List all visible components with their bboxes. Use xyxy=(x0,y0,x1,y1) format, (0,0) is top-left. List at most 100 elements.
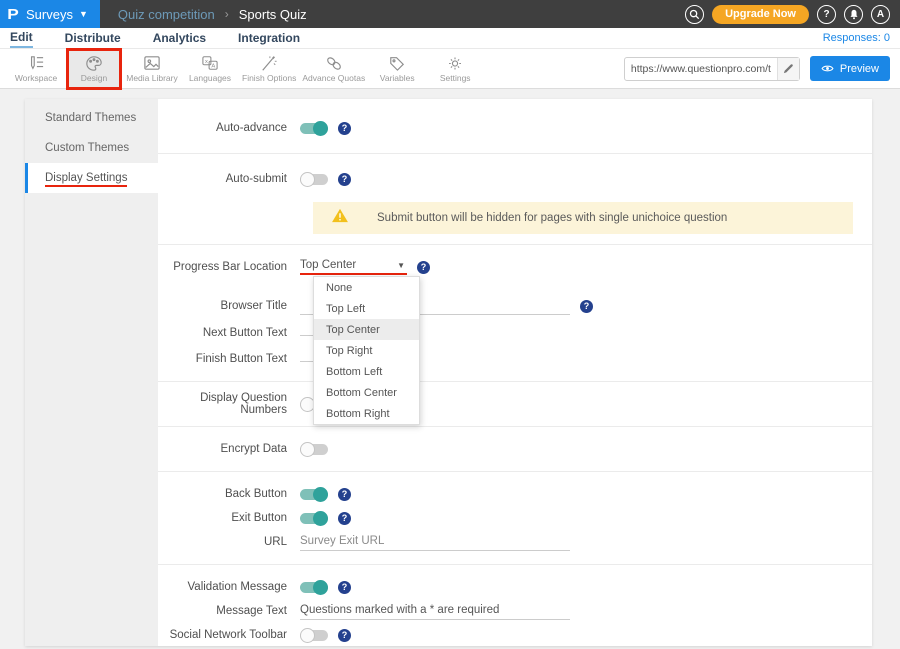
encrypt-data-row: Encrypt Data xyxy=(158,437,872,461)
dropdown-option-top-right[interactable]: Top Right xyxy=(314,340,419,361)
encrypt-data-label: Encrypt Data xyxy=(158,443,300,455)
social-network-toolbar-row: Social Network Toolbar ? xyxy=(158,623,872,646)
palette-icon xyxy=(85,55,103,72)
back-button-help-icon[interactable]: ? xyxy=(338,488,351,501)
validation-message-toggle[interactable] xyxy=(300,582,328,593)
search-button[interactable] xyxy=(685,5,704,24)
auto-submit-toggle[interactable] xyxy=(300,174,328,185)
questionpro-logo-icon: P xyxy=(7,6,19,23)
nav-distribute[interactable]: Distribute xyxy=(65,29,121,47)
back-button-row: Back Button ? xyxy=(158,482,872,506)
message-text-input[interactable] xyxy=(300,602,570,620)
auto-submit-help-icon[interactable]: ? xyxy=(338,173,351,186)
auto-advance-toggle[interactable] xyxy=(300,123,328,134)
auto-submit-label: Auto-submit xyxy=(158,173,300,185)
edit-url-button[interactable] xyxy=(777,58,799,80)
dropdown-option-bottom-center[interactable]: Bottom Center xyxy=(314,382,419,403)
pencil-icon xyxy=(783,63,794,74)
help-button[interactable]: ? xyxy=(817,5,836,24)
auto-advance-help-icon[interactable]: ? xyxy=(338,122,351,135)
chevron-down-icon: ▼ xyxy=(79,9,88,19)
eye-icon xyxy=(821,64,834,73)
display-question-numbers-row: Display Question Numbers xyxy=(158,392,872,416)
tool-languages[interactable]: xA Languages xyxy=(184,50,236,88)
validation-message-help-icon[interactable]: ? xyxy=(338,581,351,594)
exit-button-row: Exit Button ? xyxy=(158,506,872,530)
social-network-toolbar-toggle[interactable] xyxy=(300,630,328,641)
svg-text:x: x xyxy=(205,59,208,65)
tool-design[interactable]: Design xyxy=(68,50,120,88)
next-button-text-label: Next Button Text xyxy=(158,327,300,339)
encrypt-data-toggle[interactable] xyxy=(300,444,328,455)
sidebar-item-standard-themes[interactable]: Standard Themes xyxy=(25,103,158,133)
design-sidebar: Standard Themes Custom Themes Display Se… xyxy=(25,99,158,646)
warning-icon xyxy=(331,208,349,228)
survey-url-box xyxy=(624,57,800,81)
sidebar-item-custom-themes[interactable]: Custom Themes xyxy=(25,133,158,163)
auto-submit-row: Auto-submit ? xyxy=(158,164,872,194)
preview-button[interactable]: Preview xyxy=(810,56,890,81)
divider xyxy=(158,426,872,427)
tool-media-library[interactable]: Media Library xyxy=(126,50,178,88)
dropdown-option-bottom-right[interactable]: Bottom Right xyxy=(314,403,419,424)
account-avatar[interactable]: A xyxy=(871,5,890,24)
breadcrumb: Quiz competition › Sports Quiz xyxy=(100,0,307,28)
svg-text:A: A xyxy=(211,63,215,69)
sidebar-item-display-settings[interactable]: Display Settings xyxy=(25,163,158,193)
dropdown-option-top-left[interactable]: Top Left xyxy=(314,298,419,319)
auto-advance-label: Auto-advance xyxy=(158,122,300,134)
progress-bar-help-icon[interactable]: ? xyxy=(417,261,430,274)
chain-link-icon xyxy=(325,55,343,72)
exit-url-input[interactable] xyxy=(300,533,570,551)
progress-bar-location-select[interactable]: Top Center ▼ xyxy=(300,259,407,275)
exit-button-help-icon[interactable]: ? xyxy=(338,512,351,525)
search-icon xyxy=(689,9,700,20)
dropdown-option-top-center[interactable]: Top Center xyxy=(314,319,419,340)
dropdown-option-none[interactable]: None xyxy=(314,277,419,298)
exit-button-toggle[interactable] xyxy=(300,513,328,524)
translate-icon: xA xyxy=(201,55,219,72)
survey-url-input[interactable] xyxy=(625,63,777,75)
tool-finish-options[interactable]: Finish Options xyxy=(242,50,296,88)
upgrade-now-button[interactable]: Upgrade Now xyxy=(712,5,809,24)
progress-bar-location-row: Progress Bar Location Top Center ▼ ? Non… xyxy=(158,255,872,279)
surveys-menu[interactable]: Surveys ▼ xyxy=(26,7,88,22)
progress-bar-location-label: Progress Bar Location xyxy=(158,261,300,273)
tag-icon xyxy=(388,55,406,72)
tool-settings[interactable]: Settings xyxy=(429,50,481,88)
exit-url-row: URL xyxy=(158,530,872,554)
auto-advance-row: Auto-advance ? xyxy=(158,113,872,143)
tool-advance-quotas[interactable]: Advance Quotas xyxy=(302,50,365,88)
browser-title-help-icon[interactable]: ? xyxy=(580,300,593,313)
breadcrumb-parent[interactable]: Quiz competition xyxy=(118,7,215,22)
dropdown-option-bottom-left[interactable]: Bottom Left xyxy=(314,361,419,382)
tool-variables[interactable]: Variables xyxy=(371,50,423,88)
page-content: Standard Themes Custom Themes Display Se… xyxy=(0,89,900,649)
magic-wand-icon xyxy=(260,55,278,72)
image-icon xyxy=(143,55,161,72)
survey-nav: Edit Distribute Analytics Integration Re… xyxy=(0,28,900,49)
divider xyxy=(158,153,872,154)
tool-workspace[interactable]: Workspace xyxy=(10,50,62,88)
exit-button-label: Exit Button xyxy=(158,512,300,524)
nav-edit[interactable]: Edit xyxy=(10,28,33,48)
social-network-toolbar-help-icon[interactable]: ? xyxy=(338,629,351,642)
nav-analytics[interactable]: Analytics xyxy=(153,29,206,47)
validation-message-row: Validation Message ? xyxy=(158,575,872,599)
divider xyxy=(158,381,872,382)
message-text-label: Message Text xyxy=(158,605,300,617)
app-logo-block[interactable]: P Surveys ▼ xyxy=(0,0,100,28)
warning-text: Submit button will be hidden for pages w… xyxy=(377,212,727,224)
progress-bar-dropdown: None Top Left Top Center Top Right Botto… xyxy=(313,276,420,425)
breadcrumb-separator: › xyxy=(225,7,229,21)
divider xyxy=(158,244,872,245)
breadcrumb-current: Sports Quiz xyxy=(239,7,307,22)
surveys-menu-label: Surveys xyxy=(26,7,73,22)
responses-count[interactable]: Responses: 0 xyxy=(823,32,890,44)
nav-integration[interactable]: Integration xyxy=(238,29,300,47)
toolbar-right: Preview xyxy=(624,56,890,81)
back-button-toggle[interactable] xyxy=(300,489,328,500)
notifications-button[interactable] xyxy=(844,5,863,24)
social-network-toolbar-label: Social Network Toolbar xyxy=(158,629,300,641)
next-button-text-row: Next Button Text xyxy=(158,321,872,345)
